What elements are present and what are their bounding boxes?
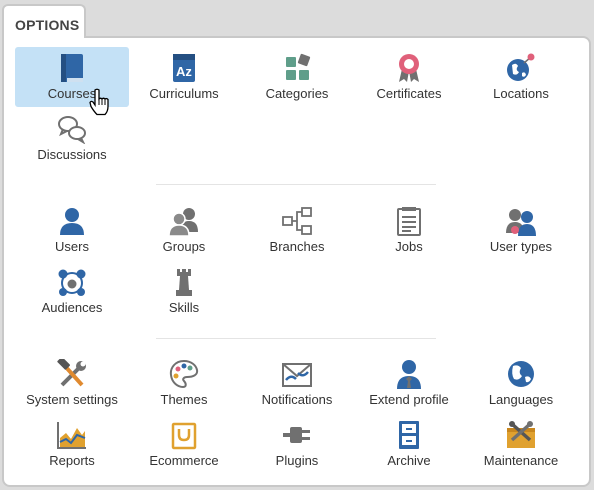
option-label: Users — [55, 239, 89, 254]
option-curriculums[interactable]: Az Curriculums — [127, 47, 241, 107]
option-label: System settings — [26, 392, 118, 407]
option-label: Audiences — [41, 300, 103, 315]
option-archive[interactable]: Archive — [352, 414, 466, 474]
option-courses[interactable]: Courses — [15, 47, 129, 107]
option-reports[interactable]: Reports — [15, 414, 129, 474]
option-plugins[interactable]: Plugins — [240, 414, 354, 474]
option-themes[interactable]: Themes — [127, 353, 241, 413]
option-label: Jobs — [395, 239, 423, 254]
option-label: Reports — [49, 453, 95, 468]
option-discussions[interactable]: Discussions — [15, 108, 129, 168]
option-label: Categories — [265, 86, 329, 101]
option-categories[interactable]: Categories — [240, 47, 354, 107]
option-label: Locations — [493, 86, 549, 101]
area-chart-icon — [56, 420, 88, 450]
option-languages[interactable]: Languages — [464, 353, 578, 413]
group-icon — [168, 206, 200, 236]
group-divider — [156, 338, 436, 339]
az-book-icon: Az — [168, 53, 200, 83]
option-label: Certificates — [376, 86, 442, 101]
option-notifications[interactable]: Notifications — [240, 353, 354, 413]
option-label: Themes — [160, 392, 208, 407]
option-label: Branches — [269, 239, 325, 254]
option-label: Notifications — [261, 392, 333, 407]
option-extend-profile[interactable]: Extend profile — [352, 353, 466, 413]
option-label: Courses — [47, 86, 97, 101]
option-users[interactable]: Users — [15, 200, 129, 260]
option-skills[interactable]: Skills — [127, 261, 241, 321]
svg-text:Az: Az — [176, 64, 192, 79]
archive-box-icon — [393, 420, 425, 450]
option-label: Groups — [162, 239, 206, 254]
shapes-icon — [281, 53, 313, 83]
option-jobs[interactable]: Jobs — [352, 200, 466, 260]
audience-icon — [56, 267, 88, 297]
option-label: Archive — [387, 453, 431, 468]
speech-bubbles-icon — [56, 114, 88, 144]
option-audiences[interactable]: Audiences — [15, 261, 129, 321]
option-label: Ecommerce — [149, 453, 219, 468]
user-types-icon — [505, 206, 537, 236]
option-locations[interactable]: Locations — [464, 47, 578, 107]
option-ecommerce[interactable]: Ecommerce — [127, 414, 241, 474]
cart-bag-icon — [168, 420, 200, 450]
palette-icon — [168, 359, 200, 389]
option-label: Maintenance — [483, 453, 559, 468]
hand-pointer-cursor-icon — [89, 88, 111, 116]
option-label: Extend profile — [369, 392, 449, 407]
envelope-icon — [281, 359, 313, 389]
option-groups[interactable]: Groups — [127, 200, 241, 260]
branch-tree-icon — [281, 206, 313, 236]
option-label: Plugins — [275, 453, 319, 468]
earth-icon — [505, 359, 537, 389]
option-branches[interactable]: Branches — [240, 200, 354, 260]
option-label: Curriculums — [149, 86, 219, 101]
options-tab-label: OPTIONS — [15, 17, 80, 33]
option-certificates[interactable]: Certificates — [352, 47, 466, 107]
option-maintenance[interactable]: Maintenance — [464, 414, 578, 474]
wrench-hammer-icon — [56, 359, 88, 389]
maintenance-tools-icon — [505, 420, 537, 450]
profile-tie-icon — [393, 359, 425, 389]
globe-pin-icon — [505, 53, 537, 83]
option-system-settings[interactable]: System settings — [15, 353, 129, 413]
option-label: Languages — [488, 392, 554, 407]
ribbon-badge-icon — [393, 53, 425, 83]
user-icon — [56, 206, 88, 236]
option-label: User types — [489, 239, 553, 254]
plug-icon — [281, 420, 313, 450]
book-icon — [56, 53, 88, 83]
group-divider — [156, 184, 436, 185]
clipboard-icon — [393, 206, 425, 236]
option-label: Skills — [168, 300, 200, 315]
option-user-types[interactable]: User types — [464, 200, 578, 260]
chess-rook-icon — [168, 267, 200, 297]
option-label: Discussions — [37, 147, 107, 162]
